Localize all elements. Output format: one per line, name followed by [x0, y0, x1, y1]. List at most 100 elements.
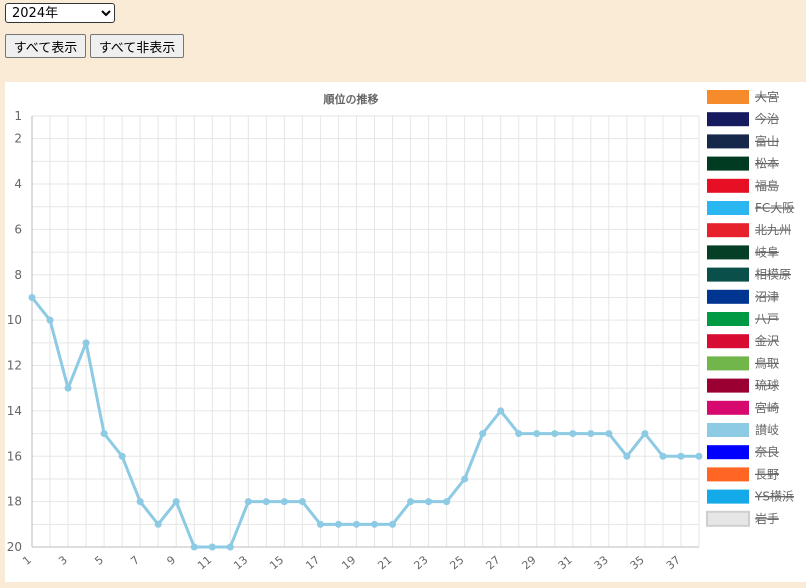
x-tick-label: 37 — [664, 553, 683, 572]
legend-swatch — [707, 90, 749, 104]
legend-item[interactable]: 八戸 — [707, 312, 780, 326]
data-point — [334, 520, 342, 528]
legend-swatch — [706, 510, 750, 527]
x-tick-label: 9 — [164, 553, 178, 567]
data-point — [659, 452, 667, 460]
data-point — [118, 452, 126, 460]
legend: 大宮今治富山松本福島 FC大阪北九州岐阜相模原沼津八戸金沢鳥取琉球宮崎讃岐奈良長野… — [706, 89, 795, 527]
legend-item[interactable]: 岩手 — [706, 510, 780, 527]
x-tick-label: 17 — [303, 553, 322, 572]
x-tick-label: 33 — [592, 553, 611, 572]
x-tick-label: 25 — [447, 553, 466, 572]
y-tick-label: 10 — [7, 313, 22, 327]
legend-swatch — [707, 378, 749, 393]
y-tick-label: 4 — [14, 177, 22, 191]
y-tick-label: 6 — [14, 222, 22, 236]
y-tick-label: 20 — [7, 540, 22, 554]
legend-swatch — [707, 267, 749, 282]
legend-swatch — [707, 134, 749, 149]
legend-swatch — [707, 400, 749, 415]
legend-swatch — [707, 245, 749, 260]
x-tick-label: 21 — [375, 553, 394, 572]
legend-swatch — [707, 445, 749, 460]
legend-swatch — [707, 423, 749, 437]
legend-item[interactable]: YS横浜 — [707, 489, 794, 504]
legend-item[interactable]: 松本 — [707, 156, 780, 171]
x-tick-label: 23 — [411, 553, 430, 572]
legend-item[interactable]: 富山 — [707, 133, 780, 149]
y-tick-label: 1 — [14, 109, 22, 123]
data-point — [208, 543, 216, 551]
data-point — [497, 407, 505, 415]
legend-item[interactable]: 福島 — [707, 178, 780, 193]
legend-item[interactable]: 讃岐 — [707, 423, 779, 437]
data-point — [82, 339, 90, 347]
y-tick-label: 16 — [7, 449, 22, 463]
data-point — [244, 498, 252, 506]
data-point — [623, 452, 631, 460]
legend-item[interactable]: 琉球 — [707, 378, 780, 393]
legend-item[interactable]: 大宮 — [707, 89, 780, 104]
series-line — [30, 296, 699, 549]
legend-item[interactable]: 岐阜 — [707, 245, 780, 260]
legend-swatch — [707, 112, 749, 127]
data-point — [551, 430, 559, 438]
data-point — [389, 520, 397, 528]
legend-item[interactable]: 鳥取 — [707, 355, 780, 371]
legend-item[interactable]: 奈良 — [707, 444, 780, 460]
data-point — [190, 543, 198, 551]
x-tick-label: 7 — [128, 553, 142, 567]
x-tick-label: 15 — [267, 553, 286, 572]
data-point — [226, 543, 234, 551]
legend-swatch — [707, 467, 749, 482]
data-point — [136, 498, 144, 506]
data-point — [443, 498, 451, 506]
legend-item[interactable]: 北九州 — [707, 223, 792, 238]
data-point — [515, 430, 523, 438]
legend-swatch — [707, 489, 749, 504]
show-all-button[interactable]: すべて表示 — [5, 34, 86, 58]
data-point — [461, 475, 469, 483]
x-tick-label: 11 — [195, 553, 214, 572]
legend-item[interactable]: FC大阪 — [707, 201, 795, 215]
legend-swatch — [707, 223, 749, 238]
legend-swatch — [707, 356, 749, 371]
x-tick-label: 31 — [556, 553, 575, 572]
data-point — [46, 316, 54, 324]
x-tick-label: 13 — [231, 553, 250, 572]
legend-item[interactable]: 相模原 — [707, 267, 792, 282]
year-select[interactable]: 2024年 — [5, 3, 115, 23]
data-point — [695, 452, 703, 460]
legend-swatch — [707, 289, 749, 304]
x-tick-label: 29 — [520, 553, 539, 572]
data-point — [28, 293, 36, 301]
data-point — [316, 520, 324, 528]
data-point — [425, 498, 433, 506]
x-tick-label: 5 — [92, 553, 106, 567]
hide-all-button[interactable]: すべて非表示 — [90, 34, 184, 58]
x-tick-label: 35 — [628, 553, 647, 572]
data-point — [407, 498, 415, 506]
legend-label: 讃岐 — [755, 423, 779, 437]
series-layer — [28, 293, 703, 551]
legend-item[interactable]: 今治 — [707, 111, 780, 127]
legend-swatch — [707, 334, 749, 349]
legend-swatch — [707, 312, 749, 326]
legend-swatch — [707, 178, 749, 193]
data-point — [371, 520, 379, 528]
legend-item[interactable]: 沼津 — [707, 289, 780, 304]
data-point — [641, 430, 649, 438]
data-point — [569, 430, 577, 438]
legend-item[interactable]: 金沢 — [707, 333, 780, 349]
data-point — [262, 498, 270, 506]
legend-item[interactable]: 長野 — [707, 467, 780, 482]
data-point — [587, 430, 595, 438]
chart-title: 順位の推移 — [324, 92, 379, 106]
legend-item[interactable]: 宮崎 — [707, 400, 780, 415]
data-point — [533, 430, 541, 438]
data-point — [352, 520, 360, 528]
data-point — [100, 430, 108, 438]
data-point — [154, 520, 162, 528]
data-point — [280, 498, 288, 506]
y-tick-label: 14 — [7, 404, 22, 418]
